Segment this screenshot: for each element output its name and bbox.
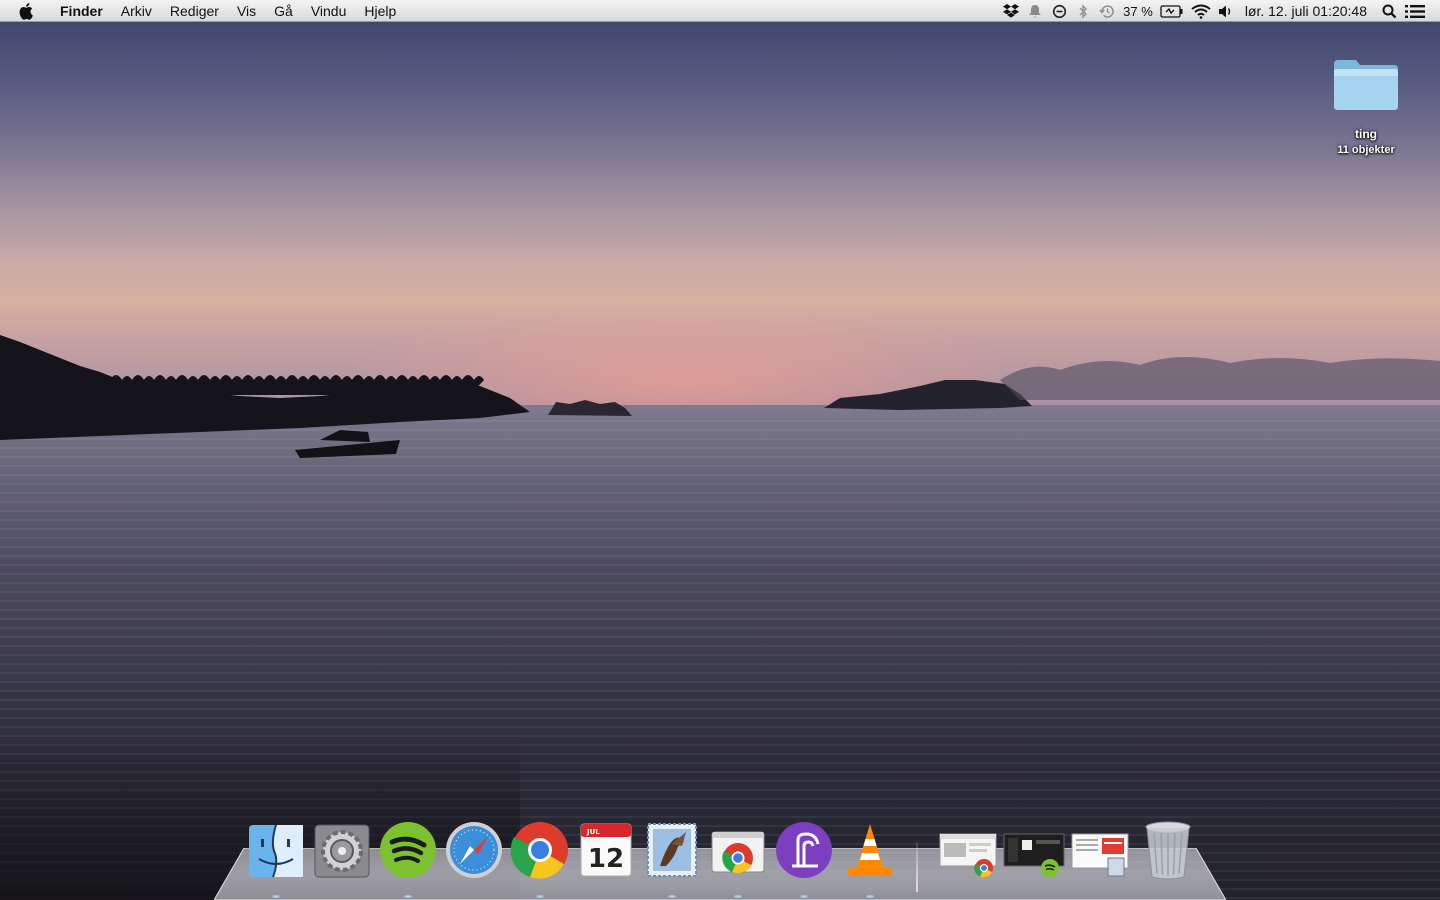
running-indicator	[800, 895, 808, 898]
running-indicator	[404, 895, 412, 898]
folder-info: 11 objekter	[1337, 144, 1395, 156]
bittorrent-icon[interactable]	[772, 818, 836, 882]
running-indicator	[866, 895, 874, 898]
menu-vis[interactable]: Vis	[228, 0, 265, 22]
notification-icon[interactable]	[1026, 0, 1044, 22]
calendar-icon[interactable]: JUL 12	[574, 818, 638, 882]
menu-arkiv[interactable]: Arkiv	[112, 0, 161, 22]
menubar-clock[interactable]: lør. 12. juli 01:20:48	[1245, 3, 1367, 19]
spotlight-icon[interactable]	[1380, 0, 1398, 22]
dock-separator	[916, 842, 918, 892]
minimized-preview-window[interactable]	[1068, 818, 1132, 882]
running-indicator	[536, 895, 544, 898]
menu-hjelp[interactable]: Hjelp	[355, 0, 405, 22]
menu-bar: Finder Arkiv Rediger Vis Gå Vindu Hjelp …	[0, 0, 1440, 22]
system-preferences-icon[interactable]	[310, 818, 374, 882]
spotify-icon[interactable]	[376, 818, 440, 882]
volume-icon[interactable]	[1218, 0, 1236, 22]
island-silhouettes	[0, 335, 1440, 458]
sync-icon[interactable]	[1050, 0, 1068, 22]
dropbox-icon[interactable]	[1002, 0, 1020, 22]
apple-icon[interactable]	[13, 0, 41, 22]
minimized-spotify-window[interactable]	[1002, 818, 1066, 882]
desktop-folder-ting[interactable]: ting 11 objekter	[1316, 56, 1416, 156]
menu-vindu[interactable]: Vindu	[302, 0, 356, 22]
notification-center-icon[interactable]	[1404, 0, 1426, 22]
chrome-app-launcher-icon[interactable]	[706, 818, 770, 882]
folder-name: ting	[1355, 127, 1377, 141]
calendar-month: JUL	[586, 828, 600, 836]
chrome-icon[interactable]	[508, 818, 572, 882]
menu-app-name[interactable]: Finder	[51, 0, 112, 22]
battery-icon[interactable]	[1160, 0, 1184, 22]
battery-percent[interactable]: 37 %	[1123, 4, 1153, 19]
desktop-wallpaper	[0, 0, 1440, 900]
running-indicator	[734, 895, 742, 898]
calendar-day: 12	[588, 844, 624, 874]
bluetooth-icon[interactable]	[1074, 0, 1092, 22]
running-indicator	[668, 895, 676, 898]
finder-icon[interactable]	[244, 818, 308, 882]
minimized-chrome-window[interactable]	[936, 818, 1000, 882]
menu-ga[interactable]: Gå	[265, 0, 302, 22]
menu-rediger[interactable]: Rediger	[161, 0, 228, 22]
mail-icon[interactable]	[640, 818, 704, 882]
vlc-icon[interactable]	[838, 818, 902, 882]
running-indicator	[272, 895, 280, 898]
trash-icon[interactable]	[1136, 818, 1200, 882]
safari-icon[interactable]	[442, 818, 506, 882]
folder-icon	[1334, 60, 1398, 110]
time-machine-icon[interactable]	[1098, 0, 1116, 22]
wifi-icon[interactable]	[1190, 0, 1212, 22]
